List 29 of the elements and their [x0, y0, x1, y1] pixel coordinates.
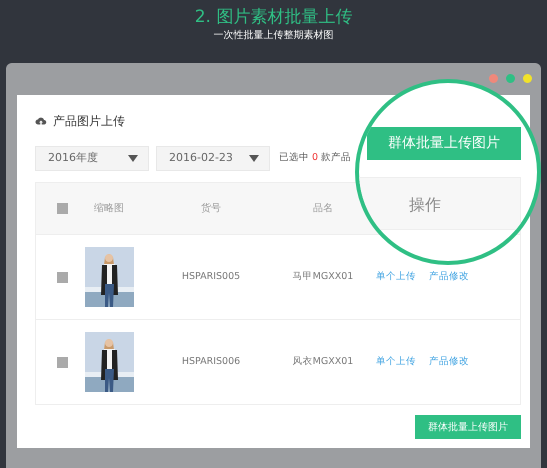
caret-icon — [249, 155, 259, 162]
column-header: 缩略图 — [94, 202, 124, 216]
checkbox[interactable] — [57, 203, 68, 214]
column-header: 操作 — [409, 194, 441, 216]
upload-link[interactable]: 单个上传 — [376, 270, 416, 284]
caret-icon — [128, 155, 138, 162]
column-header: 货号 — [201, 202, 221, 216]
table-cell-text: HSPARIS005 — [182, 270, 240, 284]
batch-upload-button[interactable]: 群体批量上传图片 — [367, 127, 521, 160]
edit-link[interactable]: 产品修改 — [429, 270, 469, 284]
page-title: 2. 图片素材批量上传 — [194, 6, 354, 29]
table-cell-text: 马甲MGXX01 — [292, 270, 354, 284]
selection-count-text: 已选中 0 款产品 — [279, 151, 352, 166]
window-control-dot[interactable] — [489, 74, 498, 83]
cloud-upload-icon — [35, 116, 47, 126]
window-control-dot[interactable] — [523, 74, 532, 83]
column-header: 品名 — [313, 202, 333, 216]
upload-link[interactable]: 单个上传 — [376, 354, 416, 370]
table-cell-text: HSPARIS006 — [182, 354, 240, 369]
window-control-dot[interactable] — [506, 74, 515, 83]
year-dropdown[interactable]: 2016年度 — [35, 146, 149, 171]
date-dropdown[interactable]: 2016-02-23 — [156, 146, 270, 171]
batch-upload-button[interactable]: 群体批量上传图片 — [415, 415, 521, 439]
checkbox[interactable] — [57, 356, 68, 368]
table-cell-text: 风衣MGXX01 — [292, 354, 354, 369]
edit-link[interactable]: 产品修改 — [429, 354, 469, 370]
checkbox[interactable] — [57, 272, 68, 282]
page-subtitle: 一次性批量上传整期素材图 — [212, 29, 334, 43]
panel-title: 产品图片上传 — [53, 113, 125, 130]
